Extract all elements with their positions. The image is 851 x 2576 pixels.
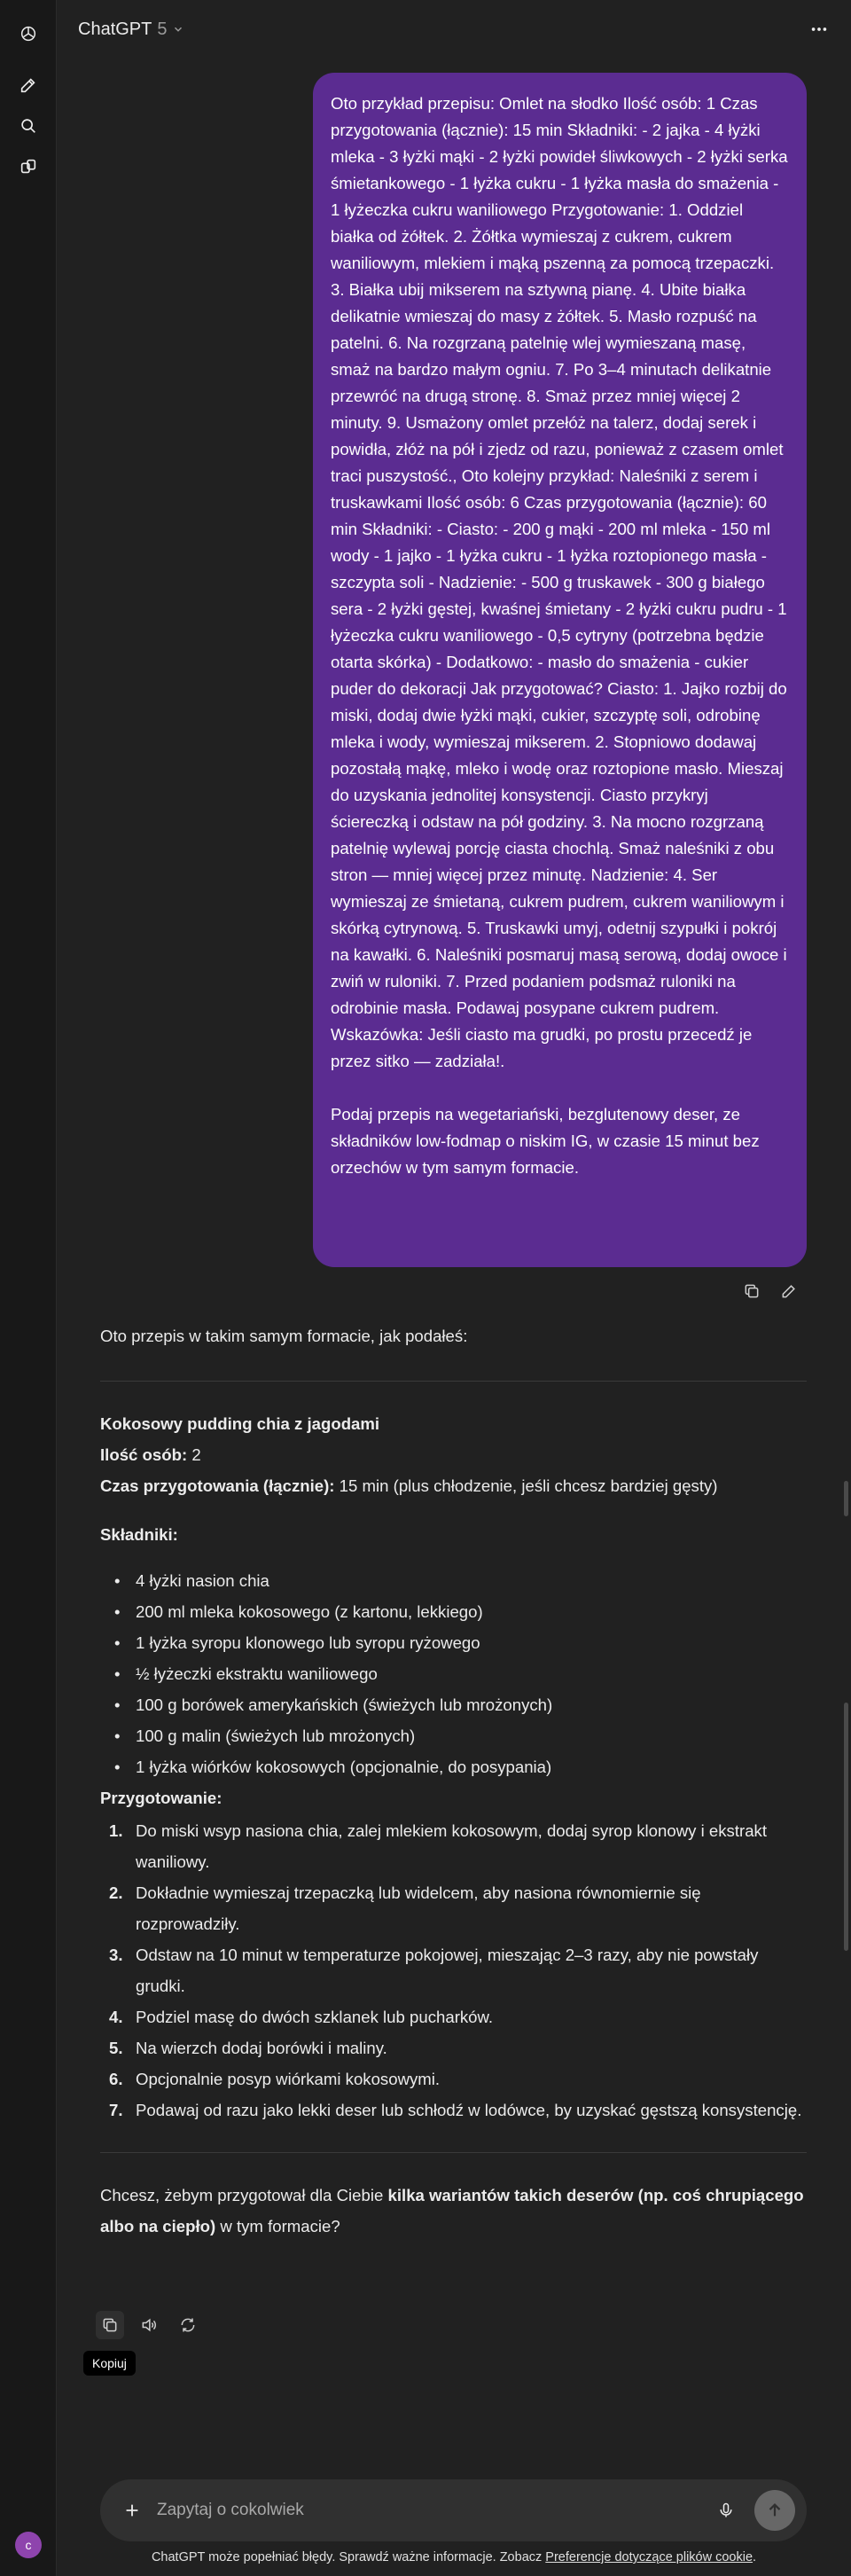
arrow-up-icon: [769, 2503, 781, 2517]
copy-icon[interactable]: [741, 1280, 762, 1302]
ingredients-list: 4 łyżki nasion chia 200 ml mleka kokosow…: [100, 1565, 807, 1782]
assistant-message-actions: [96, 2311, 202, 2339]
model-version: 5: [157, 19, 168, 39]
ellipsis-icon[interactable]: [805, 15, 833, 43]
prompt-input[interactable]: [157, 2497, 653, 2524]
list-item: 4 łyżki nasion chia: [100, 1565, 807, 1596]
list-item: 4. Podziel masę do dwóch szklanek lub puc…: [109, 2008, 494, 2026]
edit-icon[interactable]: [778, 1280, 800, 1302]
followup-question: Chcesz, żebym przygotował dla Ciebie kil…: [100, 2186, 804, 2235]
scrollbar-track-segment[interactable]: [844, 1703, 848, 1951]
message-composer: [100, 2479, 807, 2541]
plus-icon[interactable]: [120, 2498, 144, 2523]
list-item: ½ łyżeczki ekstraktu waniliowego: [100, 1658, 807, 1689]
list-item: 6. Opcjonalnie posyp wiórkami kokosowymi.: [109, 2070, 441, 2088]
microphone-icon[interactable]: [714, 2498, 738, 2523]
assistant-message: Oto przepis w takim samym formacie, jak …: [100, 1312, 807, 2242]
list-item: 100 g malin (świeżych lub mrożonych): [100, 1720, 807, 1751]
list-item: 5. Na wierzch dodaj borówki i maliny.: [109, 2039, 387, 2057]
list-item: 3. Odstaw na 10 minut w temperaturze poko…: [109, 1946, 759, 1995]
list-item: 1 łyżka wiórków kokosowych (opcjonalnie,…: [100, 1751, 807, 1782]
model-name: ChatGPT: [78, 19, 152, 39]
list-item: 1 łyżka syropu klonowego lub syropu ryżo…: [100, 1627, 807, 1658]
ingredients-heading: Składniki:: [100, 1525, 178, 1544]
speaker-icon[interactable]: [135, 2311, 163, 2339]
user-message: Oto przykład przepisu: Omlet na słodko I…: [313, 73, 807, 1267]
list-item: 200 ml mleka kokosowego (z kartonu, lekk…: [100, 1596, 807, 1627]
top-bar: ChatGPT 5: [57, 0, 851, 59]
user-message-actions: [741, 1280, 800, 1302]
divider: [100, 2152, 807, 2153]
search-icon[interactable]: [14, 112, 43, 140]
user-message-text: Oto przykład przepisu: Omlet na słodko I…: [331, 94, 792, 1070]
chevron-down-icon: [175, 27, 183, 32]
recipe-title: Kokosowy pudding chia z jagodami: [100, 1414, 380, 1433]
regenerate-icon[interactable]: [174, 2311, 202, 2339]
user-message-request: Podaj przepis na wegetariański, bezglute…: [331, 1105, 764, 1177]
openai-logo-icon[interactable]: [14, 20, 43, 48]
list-item: 100 g borówek amerykańskich (świeżych lu…: [100, 1689, 807, 1720]
model-selector[interactable]: ChatGPT 5: [78, 20, 184, 40]
tooltip: Kopiuj: [83, 2351, 136, 2376]
cookie-preferences-link[interactable]: Preferencje dotyczące plików cookie: [545, 2550, 753, 2564]
send-button[interactable]: [754, 2490, 795, 2531]
copy-icon[interactable]: [96, 2311, 124, 2339]
recipe-time: Czas przygotowania (łącznie): 15 min (pl…: [100, 1476, 718, 1495]
avatar[interactable]: c: [15, 2532, 42, 2558]
recipe-servings: Ilość osób: 2: [100, 1445, 201, 1464]
sidebar-rail: c: [0, 0, 57, 2576]
steps-heading: Przygotowanie:: [100, 1789, 223, 1807]
new-chat-icon[interactable]: [14, 71, 43, 99]
scrollbar-thumb[interactable]: [844, 1481, 848, 1516]
steps-list: 1. Do miski wsyp nasiona chia, zalej mlek…: [100, 1815, 807, 2126]
disclaimer-footer: ChatGPT może popełniać błędy. Sprawdź wa…: [151, 2550, 757, 2564]
divider: [100, 1381, 807, 1382]
library-icon[interactable]: [14, 153, 43, 181]
assistant-intro: Oto przepis w takim samym formacie, jak …: [100, 1327, 468, 1345]
list-item: 7. Podawaj od razu jako lekki deser lub s…: [109, 2101, 802, 2119]
list-item: 2. Dokładnie wymieszaj trzepaczką lub wid…: [109, 1883, 701, 1933]
list-item: 1. Do miski wsyp nasiona chia, zalej mlek…: [109, 1821, 767, 1871]
